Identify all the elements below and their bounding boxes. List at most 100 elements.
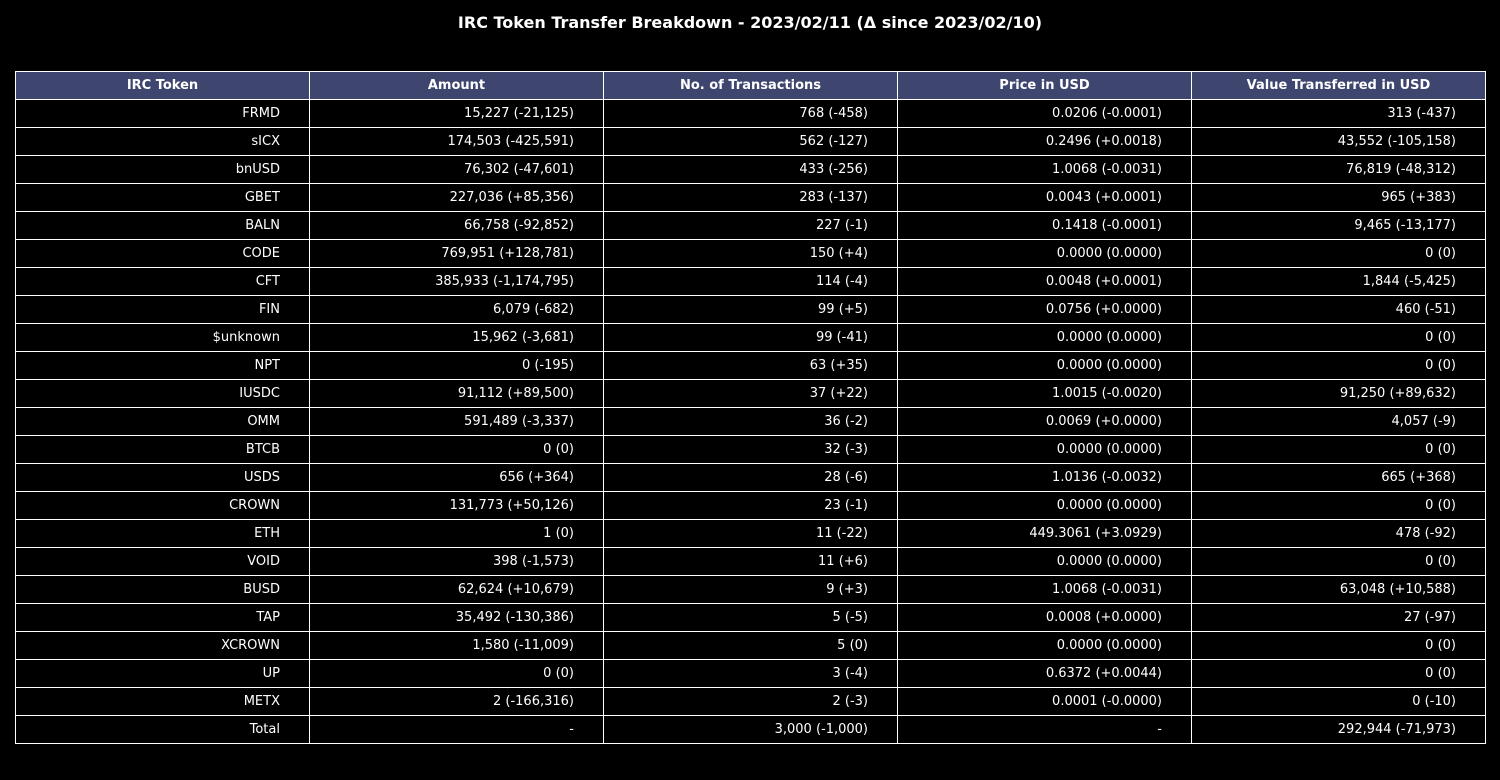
transactions-cell: 11 (+6) <box>603 547 898 576</box>
token-cell: CODE <box>15 239 310 268</box>
value-cell: 43,552 (-105,158) <box>1191 127 1486 156</box>
price-cell: 0.0048 (+0.0001) <box>897 267 1192 296</box>
transactions-cell: 150 (+4) <box>603 239 898 268</box>
value-cell: 4,057 (-9) <box>1191 407 1486 436</box>
value-cell: 665 (+368) <box>1191 463 1486 492</box>
price-cell: - <box>897 715 1192 744</box>
amount-cell: 769,951 (+128,781) <box>309 239 604 268</box>
column-header-price-usd: Price in USD <box>897 71 1192 100</box>
transactions-cell: 2 (-3) <box>603 687 898 716</box>
table-header-row: IRC Token Amount No. of Transactions Pri… <box>15 71 1486 100</box>
table-row: GBET 227,036 (+85,356) 283 (-137) 0.0043 (+… <box>15 183 1486 212</box>
amount-cell: 15,227 (-21,125) <box>309 99 604 128</box>
token-cell: BTCB <box>15 435 310 464</box>
transactions-cell: 37 (+22) <box>603 379 898 408</box>
token-cell: BALN <box>15 211 310 240</box>
value-cell: 1,844 (-5,425) <box>1191 267 1486 296</box>
column-header-value-usd: Value Transferred in USD <box>1191 71 1486 100</box>
token-cell: METX <box>15 687 310 716</box>
amount-cell: 0 (0) <box>309 435 604 464</box>
token-transfer-table: IRC Token Amount No. of Transactions Pri… <box>15 71 1486 744</box>
token-cell: IUSDC <box>15 379 310 408</box>
token-cell: GBET <box>15 183 310 212</box>
token-cell: FIN <box>15 295 310 324</box>
table-row: OMM 591,489 (-3,337) 36 (-2) 0.0069 (+0.000… <box>15 407 1486 436</box>
price-cell: 0.0001 (-0.0000) <box>897 687 1192 716</box>
price-cell: 0.0000 (0.0000) <box>897 351 1192 380</box>
amount-cell: 76,302 (-47,601) <box>309 155 604 184</box>
column-header-amount: Amount <box>309 71 604 100</box>
price-cell: 0.0000 (0.0000) <box>897 323 1192 352</box>
transactions-cell: 283 (-137) <box>603 183 898 212</box>
transactions-cell: 63 (+35) <box>603 351 898 380</box>
price-cell: 0.0206 (-0.0001) <box>897 99 1192 128</box>
table-row: CFT 385,933 (-1,174,795) 114 (-4) 0.0048 (+… <box>15 267 1486 296</box>
price-cell: 449.3061 (+3.0929) <box>897 519 1192 548</box>
value-cell: 0 (0) <box>1191 659 1486 688</box>
value-cell: 0 (0) <box>1191 491 1486 520</box>
value-cell: 76,819 (-48,312) <box>1191 155 1486 184</box>
table-row: IUSDC 91,112 (+89,500) 37 (+22) 1.0015 (-0.… <box>15 379 1486 408</box>
transactions-cell: 5 (0) <box>603 631 898 660</box>
transactions-cell: 562 (-127) <box>603 127 898 156</box>
token-cell: OMM <box>15 407 310 436</box>
amount-cell: 2 (-166,316) <box>309 687 604 716</box>
column-header-irc-token: IRC Token <box>15 71 310 100</box>
value-cell: 313 (-437) <box>1191 99 1486 128</box>
table-row: CODE 769,951 (+128,781) 150 (+4) 0.0000 (0.… <box>15 239 1486 268</box>
price-cell: 1.0068 (-0.0031) <box>897 575 1192 604</box>
amount-cell: 227,036 (+85,356) <box>309 183 604 212</box>
transactions-cell: 11 (-22) <box>603 519 898 548</box>
value-cell: 27 (-97) <box>1191 603 1486 632</box>
amount-cell: 398 (-1,573) <box>309 547 604 576</box>
transactions-cell: 99 (+5) <box>603 295 898 324</box>
token-cell: VOID <box>15 547 310 576</box>
transactions-cell: 114 (-4) <box>603 267 898 296</box>
token-cell: BUSD <box>15 575 310 604</box>
token-cell: sICX <box>15 127 310 156</box>
chart-title: IRC Token Transfer Breakdown - 2023/02/1… <box>457 13 1043 32</box>
table-row: BTCB 0 (0) 32 (-3) 0.0000 (0.0000) 0 (0) <box>15 435 1486 464</box>
transactions-cell: 227 (-1) <box>603 211 898 240</box>
price-cell: 0.0000 (0.0000) <box>897 547 1192 576</box>
value-cell: 0 (0) <box>1191 547 1486 576</box>
value-cell: 0 (0) <box>1191 323 1486 352</box>
value-cell: 460 (-51) <box>1191 295 1486 324</box>
value-cell: 0 (0) <box>1191 631 1486 660</box>
table-row: VOID 398 (-1,573) 11 (+6) 0.0000 (0.0000) 0 … <box>15 547 1486 576</box>
amount-cell: 35,492 (-130,386) <box>309 603 604 632</box>
price-cell: 1.0068 (-0.0031) <box>897 155 1192 184</box>
token-cell: bnUSD <box>15 155 310 184</box>
table-row: NPT 0 (-195) 63 (+35) 0.0000 (0.0000) 0 (0) <box>15 351 1486 380</box>
price-cell: 0.2496 (+0.0018) <box>897 127 1192 156</box>
value-cell: 9,465 (-13,177) <box>1191 211 1486 240</box>
transactions-cell: 3,000 (-1,000) <box>603 715 898 744</box>
price-cell: 0.0756 (+0.0000) <box>897 295 1192 324</box>
value-cell: 0 (0) <box>1191 239 1486 268</box>
transactions-cell: 433 (-256) <box>603 155 898 184</box>
transactions-cell: 9 (+3) <box>603 575 898 604</box>
price-cell: 1.0015 (-0.0020) <box>897 379 1192 408</box>
amount-cell: 656 (+364) <box>309 463 604 492</box>
amount-cell: 131,773 (+50,126) <box>309 491 604 520</box>
value-cell: 0 (0) <box>1191 435 1486 464</box>
value-cell: 292,944 (-71,973) <box>1191 715 1486 744</box>
transactions-cell: 32 (-3) <box>603 435 898 464</box>
price-cell: 0.0000 (0.0000) <box>897 239 1192 268</box>
column-header-transactions: No. of Transactions <box>603 71 898 100</box>
transactions-cell: 3 (-4) <box>603 659 898 688</box>
value-cell: 63,048 (+10,588) <box>1191 575 1486 604</box>
amount-cell: 62,624 (+10,679) <box>309 575 604 604</box>
amount-cell: 1,580 (-11,009) <box>309 631 604 660</box>
table-row: BUSD 62,624 (+10,679) 9 (+3) 1.0068 (-0.003… <box>15 575 1486 604</box>
amount-cell: - <box>309 715 604 744</box>
value-cell: 478 (-92) <box>1191 519 1486 548</box>
value-cell: 91,250 (+89,632) <box>1191 379 1486 408</box>
table-row: CROWN 131,773 (+50,126) 23 (-1) 0.0000 (0.0… <box>15 491 1486 520</box>
price-cell: 0.0069 (+0.0000) <box>897 407 1192 436</box>
token-cell: ETH <box>15 519 310 548</box>
value-cell: 0 (-10) <box>1191 687 1486 716</box>
amount-cell: 91,112 (+89,500) <box>309 379 604 408</box>
token-cell: NPT <box>15 351 310 380</box>
transactions-cell: 23 (-1) <box>603 491 898 520</box>
